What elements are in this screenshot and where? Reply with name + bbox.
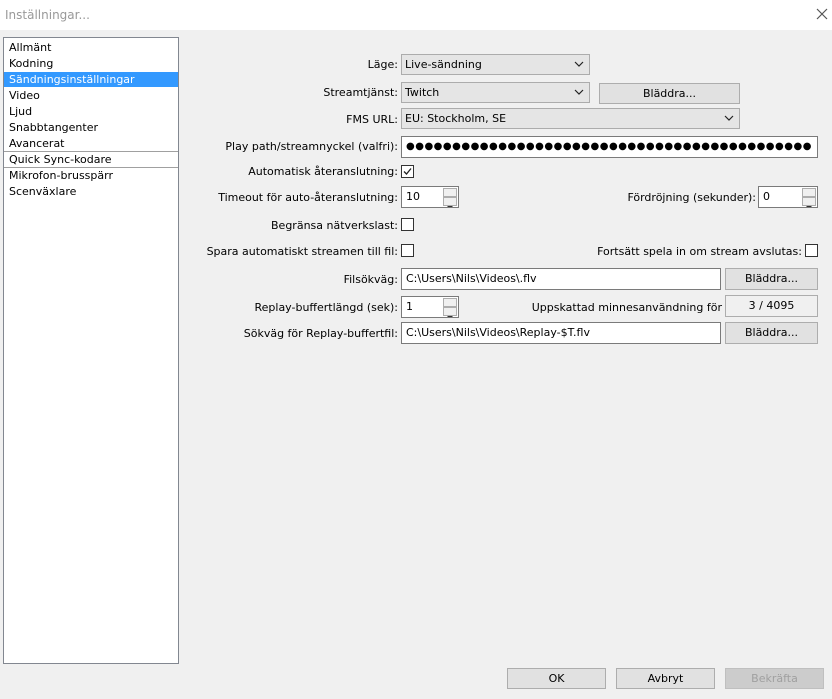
file-path-browse-button[interactable]: Bläddra...	[725, 268, 818, 290]
mode-label: Läge:	[367, 58, 398, 71]
delay-label: Fördröjning (sekunder):	[627, 191, 756, 204]
replay-path-label: Sökväg för Replay-buffertfil:	[243, 327, 398, 340]
chevron-down-icon	[573, 55, 585, 74]
sidebar-item-noise-gate[interactable]: Mikrofon-brusspärr	[4, 168, 178, 183]
limit-network-label: Begränsa nätverkslast:	[271, 219, 398, 232]
replay-length-value: 1	[406, 300, 413, 313]
fms-url-value: EU: Stockholm, SE	[405, 112, 507, 125]
memory-usage-label: Uppskattad minnesanvändning för	[531, 301, 722, 314]
chevron-down-icon	[573, 83, 585, 102]
sidebar-item-general[interactable]: Allmänt	[4, 40, 178, 55]
spin-down-icon[interactable]	[443, 307, 457, 317]
ok-button[interactable]: OK	[507, 668, 606, 689]
mode-select[interactable]: Live-sändning	[401, 54, 590, 75]
continue-recording-label: Fortsätt spela in om stream avslutas:	[597, 245, 802, 258]
service-label: Streamtjänst:	[323, 86, 398, 99]
auto-reconnect-label: Automatisk återanslutning:	[248, 165, 398, 178]
sidebar-item-broadcast-settings[interactable]: Sändningsinställningar	[4, 72, 178, 87]
sidebar-item-quick-sync[interactable]: Quick Sync-kodare	[4, 152, 178, 167]
replay-length-spinbox[interactable]: 1	[401, 296, 459, 318]
memory-usage-value: 3 / 4095	[725, 295, 818, 317]
fms-url-label: FMS URL:	[346, 113, 398, 126]
checkmark-icon	[403, 168, 412, 175]
spin-down-icon[interactable]	[443, 197, 457, 207]
chevron-down-icon	[723, 109, 735, 128]
stream-key-label: Play path/streamnyckel (valfri):	[225, 140, 398, 153]
replay-path-browse-button[interactable]: Bläddra...	[725, 322, 818, 344]
limit-network-checkbox[interactable]	[401, 218, 414, 231]
spin-up-icon[interactable]	[443, 188, 457, 200]
spin-up-icon[interactable]	[802, 188, 816, 200]
fms-url-select[interactable]: EU: Stockholm, SE	[401, 108, 740, 129]
auto-reconnect-checkbox[interactable]	[401, 165, 414, 178]
close-icon[interactable]	[813, 4, 831, 24]
sidebar-item-hotkeys[interactable]: Snabbtangenter	[4, 120, 178, 135]
save-to-file-checkbox[interactable]	[401, 244, 414, 257]
settings-category-list[interactable]: Allmänt Kodning Sändningsinställningar V…	[3, 37, 179, 664]
sidebar-item-advanced[interactable]: Avancerat	[4, 136, 178, 151]
spin-down-icon[interactable]	[802, 197, 816, 207]
timeout-label: Timeout för auto-återanslutning:	[218, 191, 398, 204]
spin-up-icon[interactable]	[443, 298, 457, 310]
sidebar-item-video[interactable]: Video	[4, 88, 178, 103]
window-title: Inställningar...	[5, 8, 90, 22]
sidebar-item-audio[interactable]: Ljud	[4, 104, 178, 119]
sidebar-item-scene-switcher[interactable]: Scenväxlare	[4, 184, 178, 199]
save-to-file-label: Spara automatiskt streamen till fil:	[206, 245, 398, 258]
replay-path-input[interactable]: C:\Users\Nils\Videos\Replay-$T.flv	[401, 322, 721, 344]
apply-button[interactable]: Bekräfta	[725, 668, 824, 689]
timeout-value: 10	[406, 190, 420, 203]
file-path-input[interactable]: C:\Users\Nils\Videos\.flv	[401, 268, 721, 290]
timeout-spinbox[interactable]: 10	[401, 186, 459, 208]
cancel-button[interactable]: Avbryt	[616, 668, 715, 689]
service-select[interactable]: Twitch	[401, 82, 590, 103]
mode-value: Live-sändning	[405, 58, 482, 71]
service-value: Twitch	[405, 86, 440, 99]
continue-recording-checkbox[interactable]	[805, 244, 818, 257]
title-bar	[0, 0, 832, 30]
service-browse-button[interactable]: Bläddra...	[599, 83, 740, 104]
replay-length-label: Replay-buffertlängd (sek):	[254, 301, 398, 314]
sidebar-item-encoding[interactable]: Kodning	[4, 56, 178, 71]
delay-value: 0	[763, 190, 770, 203]
delay-spinbox[interactable]: 0	[758, 186, 818, 208]
file-path-label: Filsökväg:	[343, 273, 398, 286]
stream-key-input[interactable]: ●●●●●●●●●●●●●●●●●●●●●●●●●●●●●●●●●●●●●●●●…	[401, 136, 818, 158]
